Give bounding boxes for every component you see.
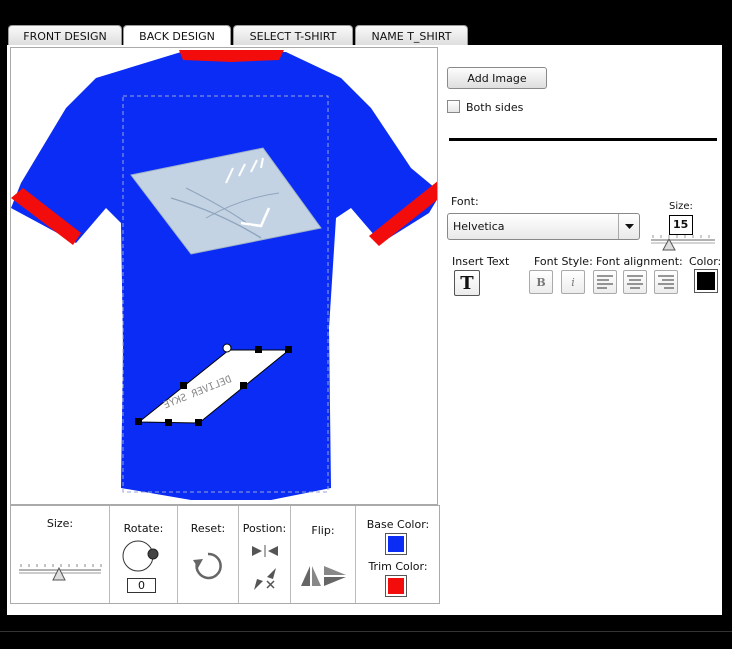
font-style-label: Font Style: xyxy=(534,255,593,268)
align-right-icon xyxy=(658,275,674,289)
reset-label: Reset: xyxy=(190,522,226,535)
size-label: Size: xyxy=(46,517,74,530)
base-color-swatch[interactable] xyxy=(385,533,407,555)
rotate-value-field[interactable]: 0 xyxy=(127,578,156,593)
t-shirt-back: DELIVER SKYE xyxy=(11,50,437,500)
flip-label: Flip: xyxy=(311,524,335,537)
base-color-label: Base Color: xyxy=(366,518,430,531)
shirt-collar xyxy=(179,50,284,62)
color-control: Base Color: Trim Color: xyxy=(356,506,440,603)
add-image-button[interactable]: Add Image xyxy=(447,67,547,89)
designer-window: DELIVER SKYE Size: Rotate: 0 Reset: Post… xyxy=(7,45,722,615)
resize-handle xyxy=(285,346,292,353)
tab-select-t-shirt[interactable]: SELECT T-SHIRT xyxy=(233,25,353,46)
rotate-control: Rotate: 0 xyxy=(110,506,178,603)
size-slider[interactable] xyxy=(17,562,103,584)
both-sides-checkbox[interactable] xyxy=(447,100,460,113)
reset-control: Reset: xyxy=(178,506,239,603)
text-t-icon: T xyxy=(460,272,474,294)
italic-icon: i xyxy=(571,275,575,289)
flip-vertical-icon[interactable] xyxy=(324,566,346,586)
resize-handle xyxy=(240,382,247,389)
resize-handle xyxy=(255,346,262,353)
tools-panel: Add Image Both sides Font: Helvetica Siz… xyxy=(444,47,722,613)
rotate-handle xyxy=(222,343,232,353)
position-control: Postion: xyxy=(239,506,291,603)
center-horizontal-icon[interactable] xyxy=(252,544,278,558)
resize-handle xyxy=(165,419,172,426)
align-left-icon xyxy=(597,275,613,289)
flip-horizontal-icon[interactable] xyxy=(301,566,321,586)
size-control: Size: xyxy=(11,506,110,603)
shirt-body xyxy=(11,52,437,500)
italic-button[interactable]: i xyxy=(561,270,585,294)
trim-color-label: Trim Color: xyxy=(368,560,428,573)
tab-front-design[interactable]: FRONT DESIGN xyxy=(8,25,122,46)
insert-text-button[interactable]: T xyxy=(454,270,480,296)
size-label: Size: xyxy=(669,201,693,212)
bold-icon: B xyxy=(536,275,546,289)
font-select-arrow[interactable] xyxy=(618,214,639,239)
both-sides-label: Both sides xyxy=(466,101,524,114)
rotate-dial[interactable] xyxy=(121,539,161,573)
rotate-label: Rotate: xyxy=(123,522,164,535)
design-canvas[interactable]: DELIVER SKYE xyxy=(10,47,438,505)
transform-panel: Size: Rotate: 0 Reset: Postion: Flip: Ba… xyxy=(10,505,440,604)
align-right-button[interactable] xyxy=(654,270,678,294)
font-select[interactable]: Helvetica xyxy=(447,213,640,240)
divider xyxy=(449,138,717,141)
size-field[interactable]: 15 xyxy=(669,215,693,235)
align-center-button[interactable] xyxy=(623,270,647,294)
window-bottom-border xyxy=(0,631,732,649)
resize-handle xyxy=(135,418,142,425)
font-size-slider[interactable] xyxy=(649,234,717,252)
resize-handle xyxy=(180,382,187,389)
color-label: Color: xyxy=(689,255,722,268)
resize-handle xyxy=(195,419,202,426)
insert-text-label: Insert Text xyxy=(452,255,510,268)
position-label: Postion: xyxy=(242,522,287,535)
font-select-value: Helvetica xyxy=(453,220,505,233)
font-label: Font: xyxy=(451,195,479,208)
align-center-icon xyxy=(627,275,643,289)
align-left-button[interactable] xyxy=(593,270,617,294)
trim-color-swatch[interactable] xyxy=(385,575,407,597)
reset-icon[interactable] xyxy=(192,550,224,582)
font-alignment-label: Font alignment: xyxy=(596,255,683,268)
bold-button[interactable]: B xyxy=(529,270,553,294)
tab-name-t-shirt[interactable]: NAME T_SHIRT xyxy=(355,25,468,46)
chevron-down-icon xyxy=(625,224,634,229)
flip-control: Flip: xyxy=(291,506,356,603)
center-vertical-icon[interactable] xyxy=(254,568,276,590)
text-color-swatch[interactable] xyxy=(694,269,718,293)
tab-back-design[interactable]: BACK DESIGN xyxy=(123,25,231,47)
